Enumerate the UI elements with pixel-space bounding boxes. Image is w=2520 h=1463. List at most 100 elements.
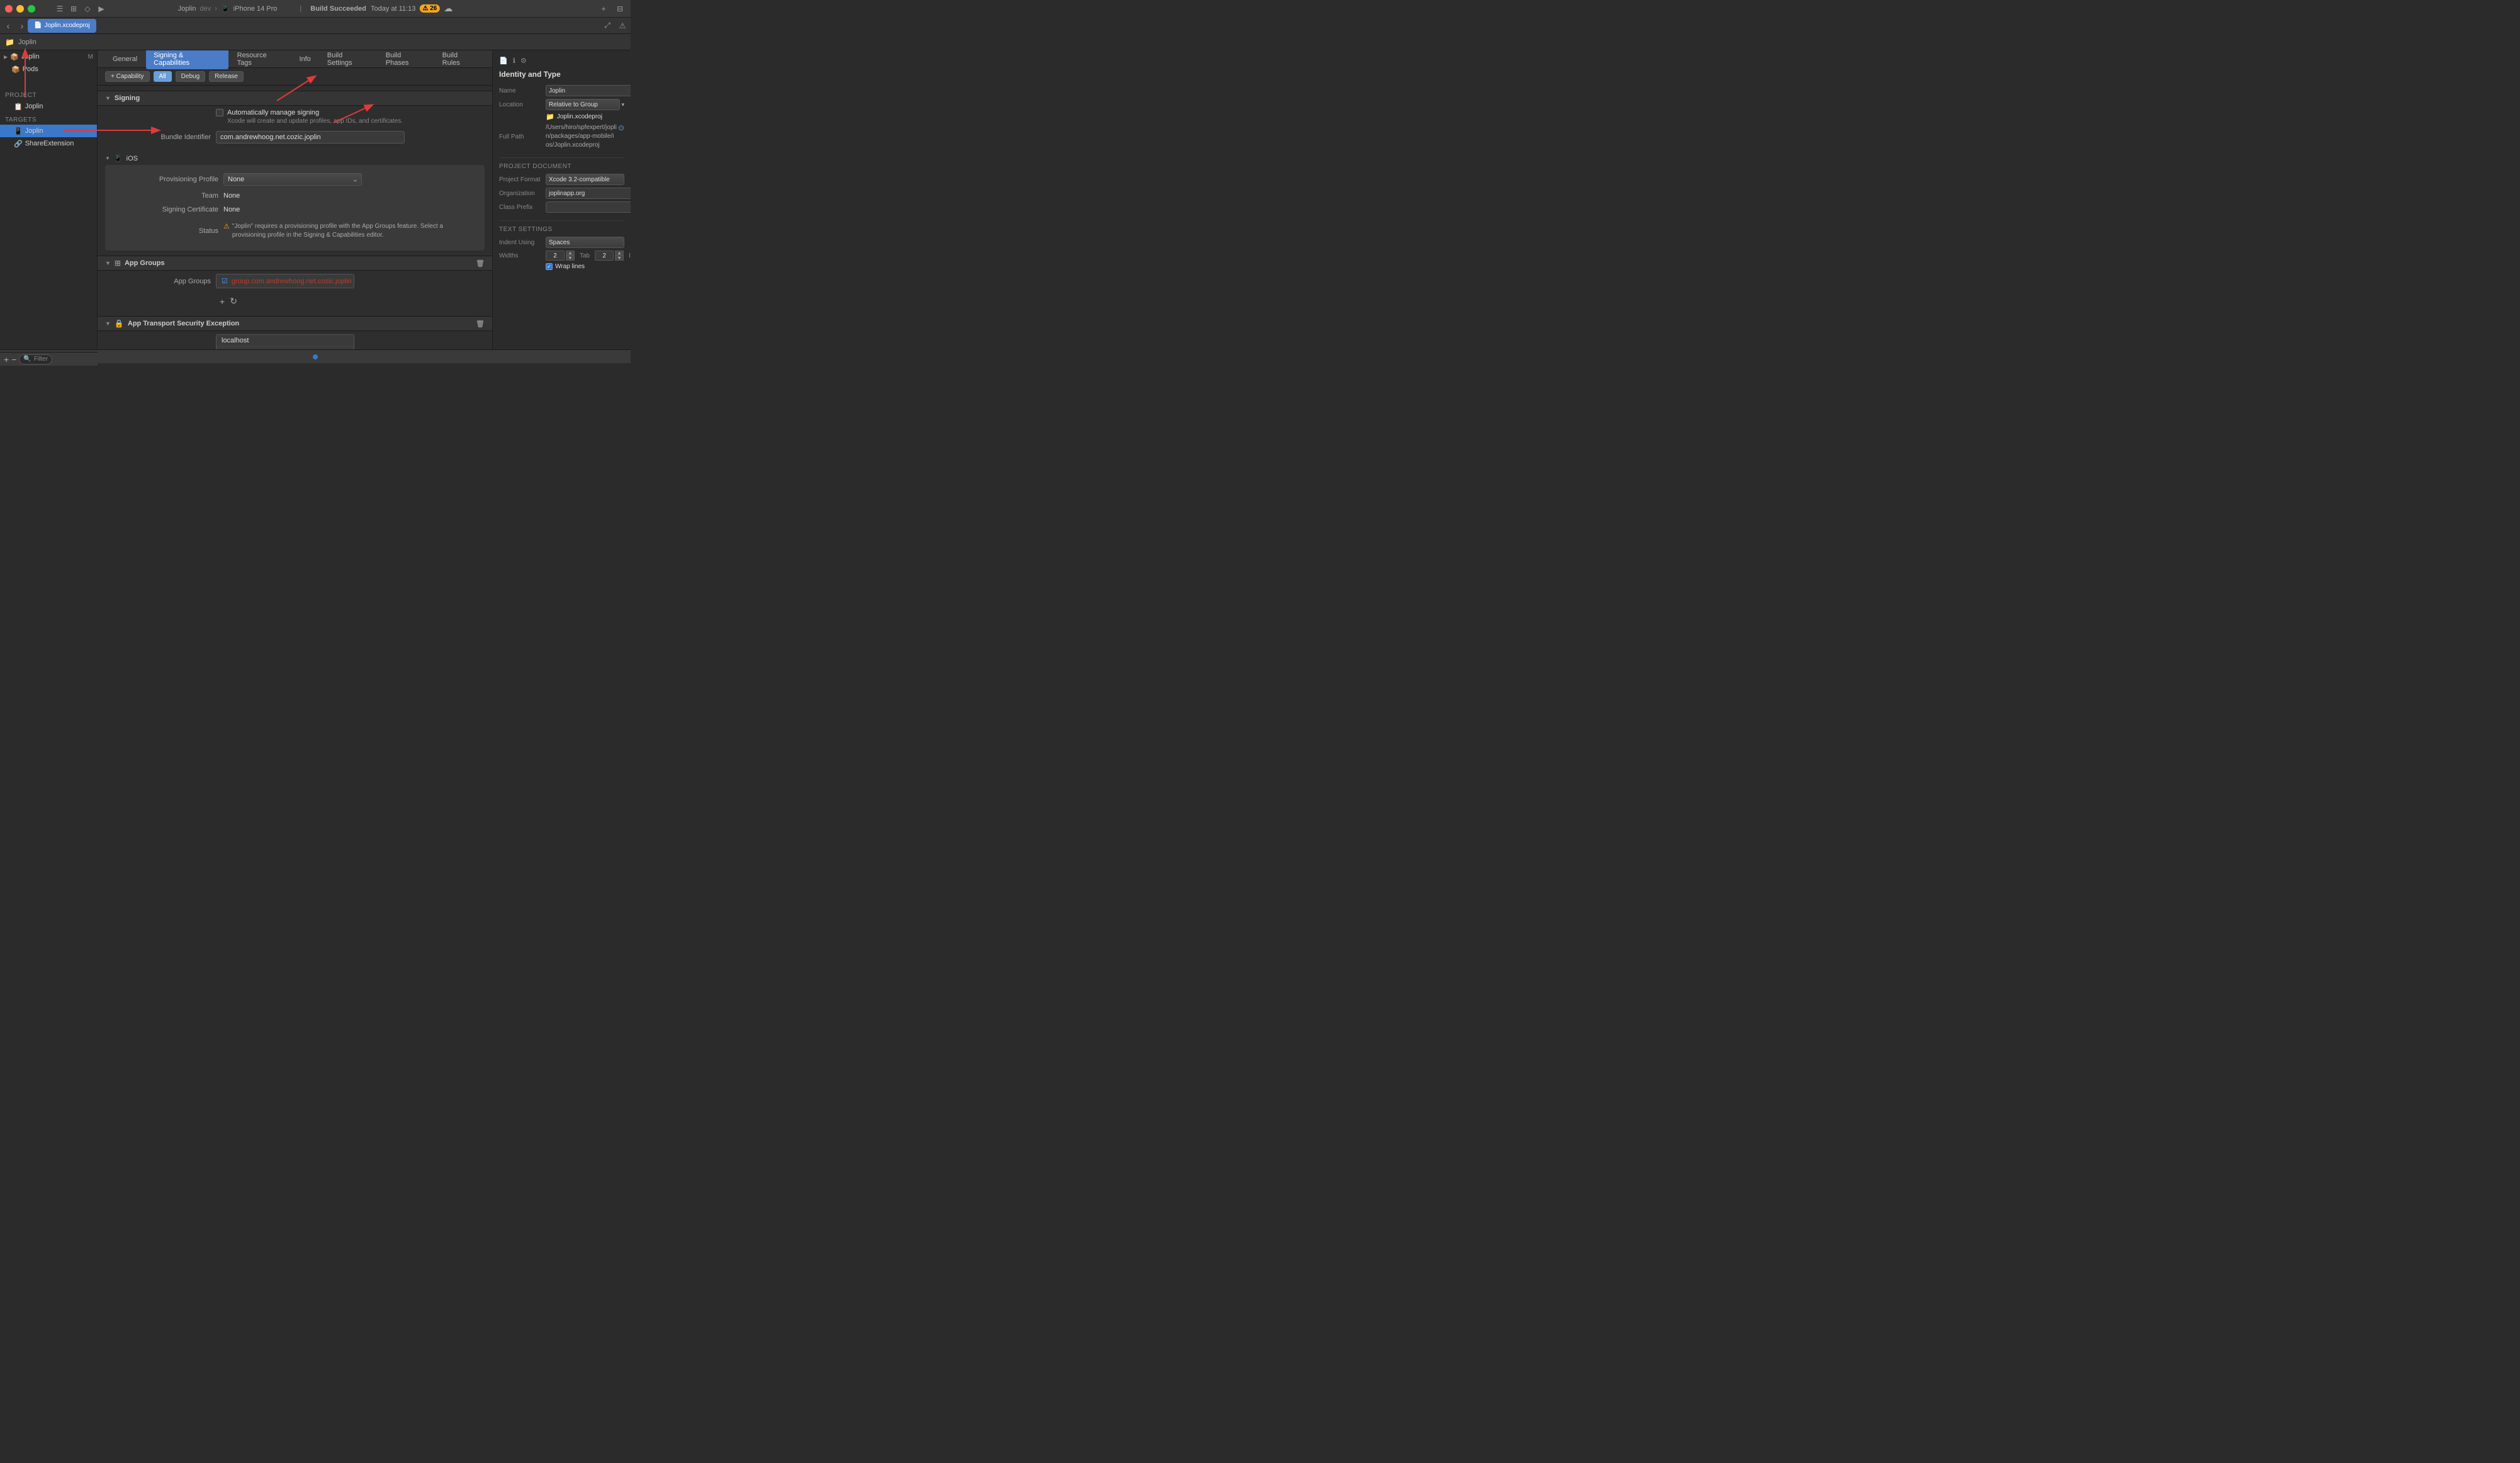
- class-prefix-input[interactable]: [546, 201, 631, 213]
- location-select[interactable]: Relative to Group: [546, 99, 620, 110]
- app-groups-title: App Groups: [125, 259, 165, 267]
- tab-build-settings[interactable]: Build Settings: [320, 50, 377, 69]
- target-share-label: ShareExtension: [25, 140, 74, 147]
- tab-label: Joplin.xcodeproj: [44, 22, 89, 29]
- nav-grid-icon[interactable]: ⊞: [68, 3, 79, 14]
- forward-icon[interactable]: ›: [16, 20, 28, 31]
- sidebar-item-target-joplin[interactable]: 📱 Joplin: [0, 125, 97, 137]
- tab-width-input[interactable]: [546, 251, 565, 261]
- format-row: Project Format Xcode 3.2-compatible: [499, 174, 624, 185]
- scheme-subtitle: dev: [200, 5, 211, 13]
- toolbar-left: ☰ ⊞ ◇ ▶: [54, 3, 107, 14]
- app-transport-chevron[interactable]: ▼: [105, 320, 111, 327]
- chevron-right-icon: ▶: [4, 54, 8, 60]
- signing-chevron[interactable]: ▼: [105, 95, 111, 101]
- minimize-button[interactable]: [16, 5, 24, 13]
- add-icon[interactable]: +: [598, 3, 609, 14]
- right-panel-settings-icon[interactable]: ⚙: [520, 57, 527, 65]
- app-group-checkbox[interactable]: ☑: [222, 277, 228, 285]
- right-panel-title: Identity and Type: [499, 70, 624, 79]
- file-name: Joplin.xcodeproj: [557, 113, 602, 120]
- format-label: Project Format: [499, 176, 543, 183]
- status-warning-text: "Joplin" requires a provisioning profile…: [232, 222, 472, 240]
- tab-build-rules[interactable]: Build Rules: [435, 50, 485, 69]
- pods-icon: 📦: [11, 65, 20, 74]
- project-doc-title: Project Document: [499, 157, 624, 170]
- tab-general[interactable]: General: [105, 53, 145, 65]
- domains-list: localhost api.joplincloud.local: [216, 334, 354, 349]
- breakpoint-icon[interactable]: ◇: [82, 3, 93, 14]
- breadcrumb-bar: 📁 Joplin: [0, 34, 631, 50]
- inspector-icon[interactable]: ⊟: [614, 3, 626, 14]
- cap-debug-button[interactable]: Debug: [176, 71, 205, 82]
- sidebar-toggle-icon[interactable]: ☰: [54, 3, 65, 14]
- signing-cert-label: Signing Certificate: [118, 206, 218, 213]
- status-label: Status: [118, 227, 218, 235]
- back-icon[interactable]: ‹: [3, 20, 14, 31]
- delete-app-groups-button[interactable]: 🗑: [476, 259, 485, 268]
- tab-signing[interactable]: Signing & Capabilities: [146, 50, 228, 69]
- close-button[interactable]: [5, 5, 13, 13]
- indent-using-label: Indent Using: [499, 239, 543, 246]
- sidebar-item-target-share[interactable]: 🔗 ShareExtension: [0, 137, 97, 150]
- status-indicator: [313, 354, 318, 359]
- full-path-container: /Users/hiro/spfexpert/joplin/packages/ap…: [546, 123, 624, 150]
- tab-info[interactable]: Info: [291, 53, 318, 65]
- indent-using-select[interactable]: Spaces: [546, 237, 624, 248]
- bundle-id-input[interactable]: [216, 131, 405, 144]
- tab-stepper-down[interactable]: ▼: [566, 256, 575, 261]
- device-name: iPhone 14 Pro: [233, 5, 278, 13]
- app-groups-row: App Groups ☑ group.com.andrewhoog.net.co…: [98, 271, 492, 291]
- app-transport-section: ▼ 🔒 App Transport Security Exception 🗑 E…: [98, 316, 492, 349]
- sidebar-item-joplin-root[interactable]: ▶ 📦 Joplin M: [0, 50, 97, 63]
- auto-manage-value: Automatically manage signing Xcode will …: [216, 109, 480, 125]
- cap-all-button[interactable]: All: [154, 71, 172, 82]
- sidebar-badge: M: [88, 54, 93, 60]
- right-panel: 📄 ℹ ⚙ Identity and Type Name Location Re…: [492, 50, 631, 349]
- cap-release-button[interactable]: Release: [209, 71, 244, 82]
- sidebar-item-project-joplin[interactable]: 📋 Joplin: [0, 100, 97, 113]
- tab-build-phases[interactable]: Build Phases: [378, 50, 434, 69]
- indent-stepper-down[interactable]: ▼: [615, 256, 624, 261]
- full-path-icon[interactable]: ⊙: [618, 123, 624, 132]
- signing-cert-value: None: [223, 206, 472, 213]
- name-input[interactable]: [546, 85, 631, 96]
- tab-xcodeproj[interactable]: 📄 Joplin.xcodeproj: [28, 19, 96, 33]
- ios-chevron[interactable]: ▼: [105, 155, 110, 161]
- tab-stepper-up[interactable]: ▲: [566, 251, 575, 256]
- add-app-group-button[interactable]: +: [218, 296, 226, 307]
- org-input[interactable]: [546, 188, 631, 199]
- sidebar-pods-label: Pods: [23, 65, 38, 73]
- format-select[interactable]: Xcode 3.2-compatible: [546, 174, 624, 185]
- breadcrumb-project: Joplin: [18, 38, 37, 46]
- project-name-label: Joplin: [25, 103, 43, 110]
- add-capability-button[interactable]: + Capability: [105, 71, 150, 82]
- auto-manage-checkbox[interactable]: [216, 109, 223, 116]
- run-button[interactable]: ▶: [96, 3, 107, 14]
- sidebar: ▶ 📦 Joplin M 📦 Pods PROJECT 📋 Joplin TAR…: [0, 50, 98, 349]
- indent-width-input[interactable]: [595, 251, 614, 261]
- device-icon: 📱: [221, 4, 230, 13]
- traffic-lights: [5, 5, 35, 13]
- sidebar-item-pods[interactable]: 📦 Pods: [0, 63, 97, 76]
- wrap-lines-label: Wrap lines: [555, 263, 585, 270]
- warning-nav-icon[interactable]: ⚠: [617, 20, 628, 31]
- refresh-app-group-button[interactable]: ↻: [228, 296, 239, 307]
- expand-icon[interactable]: ⤢: [602, 20, 613, 31]
- signing-title: Signing: [115, 94, 140, 102]
- indent-stepper-up[interactable]: ▲: [615, 251, 624, 256]
- warning-badge[interactable]: ⚠ 26: [419, 4, 440, 13]
- signing-section: ▼ Signing Automatically manage signing X…: [98, 91, 492, 147]
- app-groups-header: ▼ ⊞ App Groups 🗑: [98, 256, 492, 271]
- app-groups-section: ▼ ⊞ App Groups 🗑 App Groups ☑ group.com.…: [98, 256, 492, 311]
- delete-transport-button[interactable]: 🗑: [476, 320, 485, 328]
- provisioning-select[interactable]: None: [223, 173, 362, 186]
- app-groups-chevron[interactable]: ▼: [105, 260, 111, 266]
- widths-label: Widths: [499, 252, 543, 259]
- right-panel-file-icon[interactable]: 📄: [499, 57, 508, 65]
- wrap-lines-checkbox[interactable]: [546, 263, 553, 270]
- tab-stepper: ▲ ▼: [546, 251, 575, 261]
- fullscreen-button[interactable]: [28, 5, 35, 13]
- right-panel-info-icon[interactable]: ℹ: [513, 57, 515, 65]
- tab-resource-tags[interactable]: Resource Tags: [230, 50, 291, 69]
